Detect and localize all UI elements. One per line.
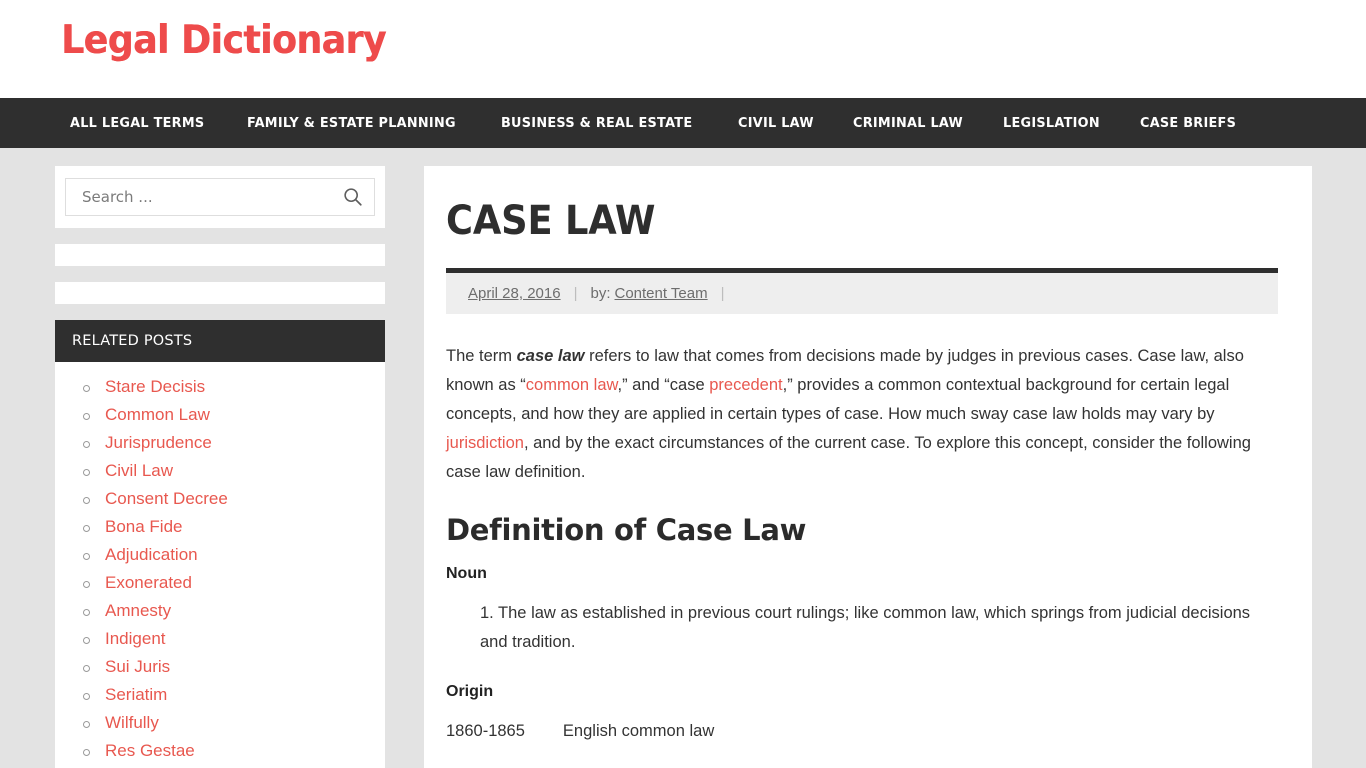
list-item: Bona Fide — [55, 518, 385, 537]
related-link-jurisprudence[interactable]: Jurisprudence — [105, 433, 212, 452]
link-jurisdiction[interactable]: jurisdiction — [446, 434, 524, 452]
article-date-link[interactable]: April 28, 2016 — [468, 285, 561, 302]
meta-separator-2: | — [720, 285, 725, 302]
main-navigation: All Legal Terms Family & Estate Planning… — [0, 98, 1366, 148]
sidebar-widget-placeholder-2 — [55, 282, 385, 304]
origin-label: Origin — [446, 683, 494, 700]
meta-by-label: by: — [590, 285, 611, 302]
related-link-exonerated[interactable]: Exonerated — [105, 573, 192, 592]
nav-item-business-real-estate[interactable]: Business & Real Estate — [501, 115, 692, 131]
list-item: Jurisprudence — [55, 434, 385, 453]
list-item: Exonerated — [55, 574, 385, 593]
list-item: Wilfully — [55, 714, 385, 733]
nav-item-all-legal-terms[interactable]: All Legal Terms — [70, 115, 204, 131]
related-posts-list: Stare Decisis Common Law Jurisprudence C… — [55, 378, 385, 768]
related-link-bona-fide[interactable]: Bona Fide — [105, 517, 183, 536]
related-link-stare-decisis[interactable]: Stare Decisis — [105, 377, 205, 396]
origin-source: English common law — [562, 722, 715, 740]
related-link-sui-juris[interactable]: Sui Juris — [105, 657, 170, 676]
related-link-consent-decree[interactable]: Consent Decree — [105, 489, 228, 508]
origin-line: 1860-1865 English common law — [446, 717, 1278, 746]
related-link-adjudication[interactable]: Adjudication — [105, 545, 198, 564]
intro-term-case-law: case law — [516, 347, 585, 365]
related-link-amnesty[interactable]: Amnesty — [105, 601, 171, 620]
article-content: Case Law April 28, 2016 | by: Content Te… — [424, 166, 1312, 768]
list-item: Amnesty — [55, 602, 385, 621]
nav-item-criminal-law[interactable]: Criminal Law — [853, 115, 963, 131]
article-meta: April 28, 2016 | by: Content Team | — [446, 273, 1278, 314]
list-item: Civil Law — [55, 462, 385, 481]
list-item: Adjudication — [55, 546, 385, 565]
sidebar: Related Posts Stare Decisis Common Law J… — [55, 166, 385, 768]
related-link-seriatim[interactable]: Seriatim — [105, 685, 167, 704]
definition-heading: Definition of Case Law — [446, 513, 807, 547]
nav-item-family-estate-planning[interactable]: Family & Estate Planning — [247, 115, 456, 131]
list-item: Seriatim — [55, 686, 385, 705]
intro-text-c: ,” and “case — [617, 376, 710, 394]
link-precedent[interactable]: precedent — [709, 376, 782, 394]
link-common-law[interactable]: common law — [526, 376, 618, 394]
site-header: Legal Dictionary — [0, 0, 1366, 98]
intro-text-e: , and by the exact circumstances of the … — [446, 434, 1251, 481]
related-link-indigent[interactable]: Indigent — [105, 629, 166, 648]
related-posts-body: Stare Decisis Common Law Jurisprudence C… — [55, 362, 385, 768]
nav-item-civil-law[interactable]: Civil Law — [738, 115, 814, 131]
origin-years: 1860-1865 — [446, 722, 525, 740]
related-link-civil-law[interactable]: Civil Law — [105, 461, 173, 480]
related-posts-title: Related Posts — [55, 320, 385, 362]
intro-text-a: The term — [446, 347, 517, 365]
search-input[interactable] — [80, 187, 342, 207]
page-title: Case Law — [446, 198, 656, 244]
sidebar-widget-placeholder-1 — [55, 244, 385, 266]
list-item: Indigent — [55, 630, 385, 649]
related-link-wilfully[interactable]: Wilfully — [105, 713, 159, 732]
nav-item-case-briefs[interactable]: Case Briefs — [1140, 115, 1236, 131]
search-widget — [55, 166, 385, 228]
definition-item-1: 1. The law as established in previous co… — [480, 604, 1251, 651]
list-item: Stare Decisis — [55, 378, 385, 397]
page-wrapper: Related Posts Stare Decisis Common Law J… — [0, 148, 1366, 768]
related-posts-widget: Related Posts Stare Decisis Common Law J… — [55, 320, 385, 768]
nav-item-legislation[interactable]: Legislation — [1003, 115, 1100, 131]
related-link-res-gestae[interactable]: Res Gestae — [105, 741, 195, 760]
list-item: Sui Juris — [55, 658, 385, 677]
meta-separator-1: | — [573, 285, 578, 302]
related-link-common-law[interactable]: Common Law — [105, 405, 210, 424]
search-field[interactable] — [65, 178, 375, 216]
intro-paragraph: The term case law refers to law that com… — [446, 342, 1278, 487]
list-item: Res Gestae — [55, 742, 385, 761]
list-item: Consent Decree — [55, 490, 385, 509]
site-logo[interactable]: Legal Dictionary — [61, 21, 386, 60]
search-icon[interactable] — [342, 186, 364, 208]
list-item: Common Law — [55, 406, 385, 425]
article-author-link[interactable]: Content Team — [615, 285, 708, 302]
part-of-speech-label: Noun — [446, 565, 487, 582]
